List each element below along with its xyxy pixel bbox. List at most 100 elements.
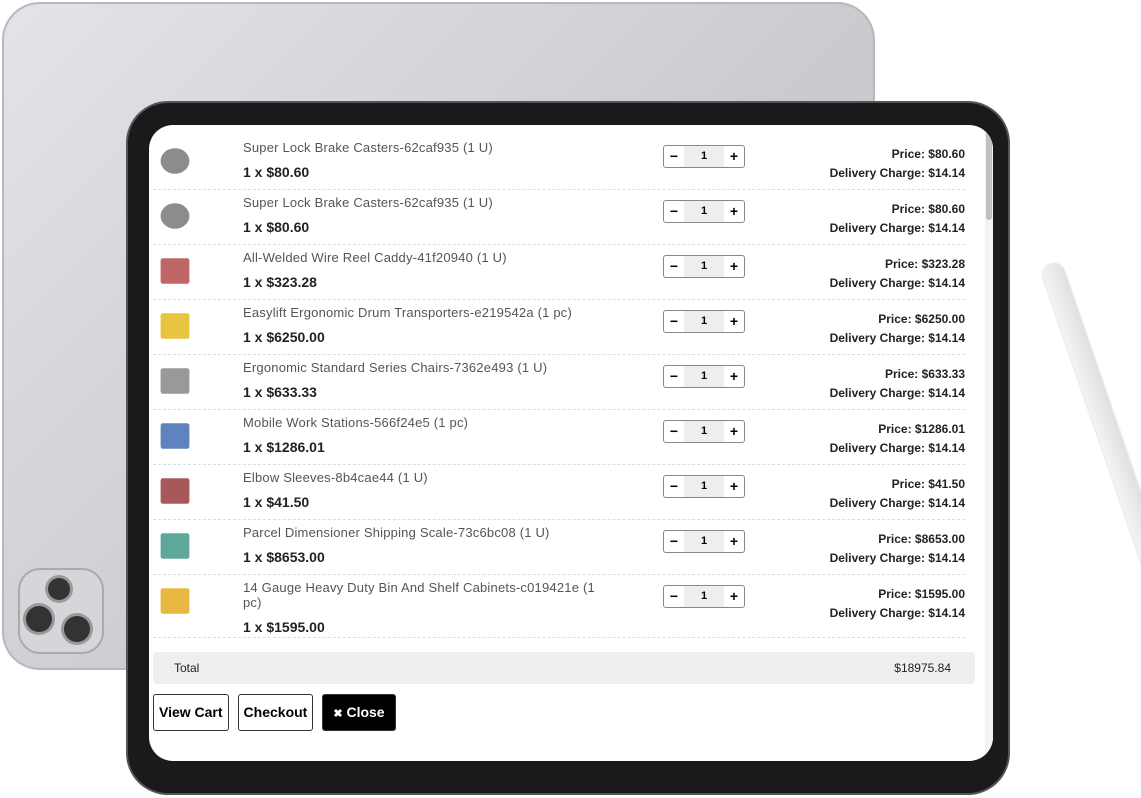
cart-item-row: Super Lock Brake Casters-62caf935 (1 U) … — [153, 135, 965, 190]
quantity-input[interactable]: 1 — [684, 146, 724, 167]
item-qty-price: 1 x $80.60 — [243, 164, 310, 180]
delivery-charge: Delivery Charge: $14.14 — [829, 441, 965, 455]
cart-item-row: 14 Gauge Heavy Duty Bin And Shelf Cabine… — [153, 575, 965, 638]
delivery-charge: Delivery Charge: $14.14 — [829, 331, 965, 345]
item-name[interactable]: All-Welded Wire Reel Caddy-41f20940 (1 U… — [243, 250, 613, 265]
quantity-stepper[interactable]: − 1 + — [663, 310, 745, 333]
quantity-stepper[interactable]: − 1 + — [663, 145, 745, 168]
increase-button[interactable]: + — [724, 311, 744, 332]
delivery-charge: Delivery Charge: $14.14 — [829, 221, 965, 235]
decrease-button[interactable]: − — [664, 201, 684, 222]
increase-button[interactable]: + — [724, 256, 744, 277]
item-name[interactable]: Super Lock Brake Casters-62caf935 (1 U) — [243, 195, 613, 210]
bin-cabinet-icon — [160, 588, 190, 614]
cart-item-row: Parcel Dimensioner Shipping Scale-73c6bc… — [153, 520, 965, 575]
quantity-stepper[interactable]: − 1 + — [663, 420, 745, 443]
view-cart-button[interactable]: View Cart — [153, 694, 229, 731]
close-button[interactable]: ✖ Close — [322, 694, 396, 731]
item-name[interactable]: Mobile Work Stations-566f24e5 (1 pc) — [243, 415, 613, 430]
cart-items-list: Super Lock Brake Casters-62caf935 (1 U) … — [153, 135, 965, 638]
quantity-stepper[interactable]: − 1 + — [663, 475, 745, 498]
item-name[interactable]: Easylift Ergonomic Drum Transporters-e21… — [243, 305, 613, 320]
drum-transporter-icon — [160, 313, 190, 339]
caster-wheel-icon — [160, 203, 190, 229]
quantity-stepper[interactable]: − 1 + — [663, 255, 745, 278]
reel-caddy-icon — [160, 258, 190, 284]
quantity-input[interactable]: 1 — [684, 476, 724, 497]
checkout-button[interactable]: Checkout — [237, 694, 314, 731]
decrease-button[interactable]: − — [664, 146, 684, 167]
quantity-input[interactable]: 1 — [684, 256, 724, 277]
quantity-input[interactable]: 1 — [684, 366, 724, 387]
item-name[interactable]: Super Lock Brake Casters-62caf935 (1 U) — [243, 140, 613, 155]
increase-button[interactable]: + — [724, 366, 744, 387]
decrease-button[interactable]: − — [664, 311, 684, 332]
delivery-charge: Delivery Charge: $14.14 — [829, 276, 965, 290]
item-price: Price: $1286.01 — [878, 422, 965, 436]
item-qty-price: 1 x $1595.00 — [243, 619, 325, 635]
caster-wheel-icon — [160, 148, 190, 174]
item-price: Price: $41.50 — [891, 477, 965, 491]
item-qty-price: 1 x $41.50 — [243, 494, 310, 510]
item-price: Price: $633.33 — [884, 367, 965, 381]
decrease-button[interactable]: − — [664, 476, 684, 497]
delivery-charge: Delivery Charge: $14.14 — [829, 551, 965, 565]
close-icon: ✖ — [333, 708, 343, 720]
decrease-button[interactable]: − — [664, 256, 684, 277]
quantity-stepper[interactable]: − 1 + — [663, 530, 745, 553]
item-qty-price: 1 x $8653.00 — [243, 549, 325, 565]
delivery-charge: Delivery Charge: $14.14 — [829, 606, 965, 620]
item-qty-price: 1 x $1286.01 — [243, 439, 325, 455]
total-bar: Total $18975.84 — [153, 652, 975, 684]
total-label: Total — [174, 661, 200, 675]
cart-item-row: All-Welded Wire Reel Caddy-41f20940 (1 U… — [153, 245, 965, 300]
quantity-input[interactable]: 1 — [684, 586, 724, 607]
item-price: Price: $80.60 — [891, 147, 965, 161]
cart-modal: Super Lock Brake Casters-62caf935 (1 U) … — [149, 125, 993, 761]
quantity-input[interactable]: 1 — [684, 311, 724, 332]
item-qty-price: 1 x $80.60 — [243, 219, 310, 235]
item-name[interactable]: Parcel Dimensioner Shipping Scale-73c6bc… — [243, 525, 613, 540]
work-station-icon — [160, 423, 190, 449]
cart-item-row: Ergonomic Standard Series Chairs-7362e49… — [153, 355, 965, 410]
delivery-charge: Delivery Charge: $14.14 — [829, 166, 965, 180]
item-price: Price: $8653.00 — [878, 532, 965, 546]
stylus — [1040, 260, 1141, 798]
cart-item-row: Easylift Ergonomic Drum Transporters-e21… — [153, 300, 965, 355]
decrease-button[interactable]: − — [664, 421, 684, 442]
shipping-scale-icon — [160, 533, 190, 559]
cart-item-row: Mobile Work Stations-566f24e5 (1 pc) 1 x… — [153, 410, 965, 465]
decrease-button[interactable]: − — [664, 366, 684, 387]
scrollbar[interactable] — [985, 125, 993, 761]
quantity-stepper[interactable]: − 1 + — [663, 585, 745, 608]
delivery-charge: Delivery Charge: $14.14 — [829, 496, 965, 510]
increase-button[interactable]: + — [724, 586, 744, 607]
cart-item-row: Elbow Sleeves-8b4cae44 (1 U) 1 x $41.50 … — [153, 465, 965, 520]
quantity-stepper[interactable]: − 1 + — [663, 200, 745, 223]
increase-button[interactable]: + — [724, 201, 744, 222]
increase-button[interactable]: + — [724, 531, 744, 552]
item-qty-price: 1 x $633.33 — [243, 384, 317, 400]
item-qty-price: 1 x $6250.00 — [243, 329, 325, 345]
quantity-input[interactable]: 1 — [684, 531, 724, 552]
increase-button[interactable]: + — [724, 146, 744, 167]
item-price: Price: $6250.00 — [878, 312, 965, 326]
decrease-button[interactable]: − — [664, 586, 684, 607]
item-name[interactable]: Elbow Sleeves-8b4cae44 (1 U) — [243, 470, 613, 485]
camera-module — [18, 568, 104, 654]
decrease-button[interactable]: − — [664, 531, 684, 552]
item-name[interactable]: 14 Gauge Heavy Duty Bin And Shelf Cabine… — [243, 580, 613, 610]
quantity-input[interactable]: 1 — [684, 421, 724, 442]
cart-item-row: Super Lock Brake Casters-62caf935 (1 U) … — [153, 190, 965, 245]
quantity-input[interactable]: 1 — [684, 201, 724, 222]
item-price: Price: $80.60 — [891, 202, 965, 216]
quantity-stepper[interactable]: − 1 + — [663, 365, 745, 388]
item-price: Price: $1595.00 — [878, 587, 965, 601]
scrollbar-thumb[interactable] — [986, 125, 992, 220]
total-value: $18975.84 — [894, 661, 951, 675]
item-price: Price: $323.28 — [884, 257, 965, 271]
item-name[interactable]: Ergonomic Standard Series Chairs-7362e49… — [243, 360, 613, 375]
increase-button[interactable]: + — [724, 476, 744, 497]
increase-button[interactable]: + — [724, 421, 744, 442]
chair-icon — [160, 368, 190, 394]
